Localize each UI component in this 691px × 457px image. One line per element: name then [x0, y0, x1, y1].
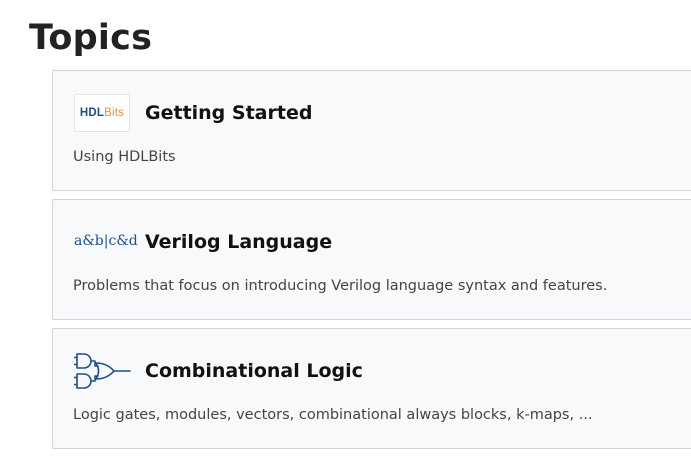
topic-description: Using HDLBits: [73, 149, 176, 165]
page-title: Topics: [29, 18, 153, 58]
topic-title[interactable]: Verilog Language: [145, 229, 332, 255]
logic-gates-icon: [74, 351, 132, 391]
topic-title[interactable]: Getting Started: [145, 100, 312, 126]
hdlbits-logo-icon: HDL Bits: [74, 93, 132, 133]
verilog-expression-logo: a&b|c&d: [74, 233, 138, 249]
topic-list: HDL Bits Getting Started Using HDLBits a&…: [52, 70, 691, 457]
hdlbits-logo: HDL Bits: [74, 94, 130, 132]
topic-description: Problems that focus on introducing Veril…: [73, 278, 608, 294]
topic-description: Logic gates, modules, vectors, combinati…: [73, 407, 593, 423]
hdlbits-logo-bits: Bits: [104, 107, 125, 119]
topic-card-getting-started[interactable]: HDL Bits Getting Started Using HDLBits: [52, 70, 691, 191]
logic-gates-icon-svg: [74, 353, 131, 389]
topic-card-combinational-logic[interactable]: Combinational Logic Logic gates, modules…: [52, 328, 691, 449]
topic-title[interactable]: Combinational Logic: [145, 358, 363, 384]
topic-card-verilog-language[interactable]: a&b|c&d Verilog Language Problems that f…: [52, 199, 691, 320]
verilog-expression-icon: a&b|c&d: [74, 222, 138, 262]
hdlbits-logo-hdl: HDL: [79, 107, 105, 119]
